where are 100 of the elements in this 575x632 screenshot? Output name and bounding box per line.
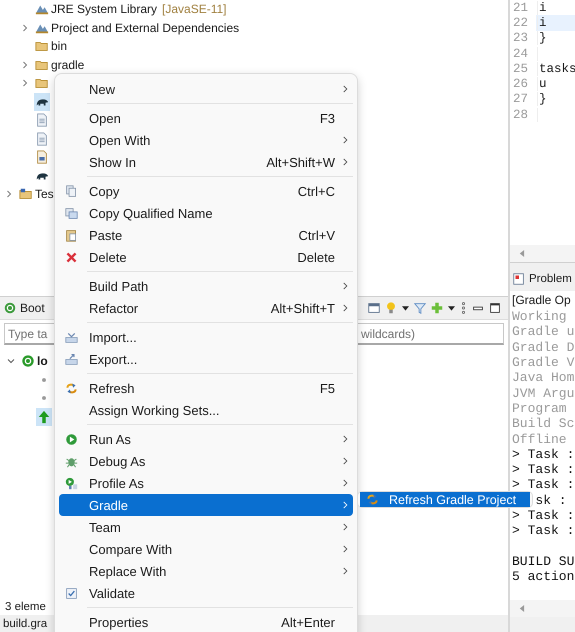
maximize-icon[interactable] xyxy=(488,301,502,315)
menu-item[interactable]: Open F3 xyxy=(59,107,353,129)
up-arrow-icon xyxy=(37,410,51,424)
line-number: 28 xyxy=(510,108,538,122)
expand-chevron-icon[interactable] xyxy=(20,22,30,33)
code-text: i xyxy=(538,0,547,15)
submenu-chevron-icon xyxy=(342,135,349,145)
checkbox-icon xyxy=(65,586,78,600)
menu-item[interactable]: Debug As xyxy=(59,450,353,472)
delete-icon xyxy=(65,250,78,264)
line-number: 23 xyxy=(510,31,538,46)
console-line: > Task : xyxy=(512,478,574,492)
menu-item[interactable]: New xyxy=(59,78,353,100)
expand-chevron-icon[interactable] xyxy=(20,78,30,88)
folder-icon xyxy=(35,39,49,54)
view-tab[interactable]: Boot xyxy=(3,297,45,319)
menu-item[interactable]: Build Path xyxy=(59,275,353,297)
menu-item[interactable]: Refresh F5 xyxy=(59,377,353,399)
line-number: 24 xyxy=(510,46,538,61)
menu-item[interactable]: Export... xyxy=(59,348,353,370)
submenu-chevron-icon xyxy=(342,157,349,167)
line-number: 27 xyxy=(510,92,538,106)
menu-item[interactable]: Refactor Alt+Shift+T xyxy=(59,297,353,319)
menu-item[interactable]: Validate xyxy=(59,582,353,604)
menu-item[interactable]: Gradle xyxy=(59,494,353,516)
file-icon xyxy=(35,132,49,146)
menu-item[interactable]: Paste Ctrl+V xyxy=(59,224,353,246)
submenu-chevron-icon xyxy=(342,434,349,444)
console-line: Offline xyxy=(512,432,567,446)
folder-icon xyxy=(35,76,49,90)
console-line: sk : xyxy=(535,494,567,507)
copy-icon xyxy=(65,206,78,220)
code-text: } xyxy=(538,92,547,106)
submenu-chevron-icon xyxy=(342,84,349,94)
tree-item[interactable]: gradle xyxy=(34,56,86,74)
project-folder-icon xyxy=(19,187,33,202)
scroll-left-icon[interactable] xyxy=(518,604,525,613)
power-icon xyxy=(3,301,17,315)
console-line: Gradle u xyxy=(512,325,574,338)
submenu-chevron-icon xyxy=(342,303,349,313)
console-line: JVM Argu xyxy=(512,386,574,400)
import-icon xyxy=(65,330,78,344)
line-number: 22 xyxy=(510,16,538,30)
console-line: > Task : xyxy=(512,524,574,538)
console-line: Working xyxy=(512,310,567,324)
file-icon xyxy=(35,113,49,128)
tree-item[interactable]: Tes xyxy=(18,185,55,204)
window-icon[interactable] xyxy=(367,301,381,315)
profile-icon xyxy=(65,476,78,490)
refresh-icon xyxy=(65,382,78,394)
submenu-chevron-icon xyxy=(342,500,349,510)
code-text: u xyxy=(538,77,547,92)
menu-item[interactable]: Refresh Gradle Project xyxy=(360,492,530,507)
console-line: Build Sc xyxy=(512,417,574,430)
element-count: 3 eleme xyxy=(4,601,47,615)
console-title: [Gradle Op xyxy=(511,292,572,309)
run-icon xyxy=(65,432,78,446)
console-line: Program xyxy=(512,402,567,415)
menu-item[interactable]: Replace With xyxy=(59,560,353,582)
menu-item[interactable]: Run As xyxy=(59,428,353,450)
submenu-chevron-icon xyxy=(342,522,349,532)
code-text: } xyxy=(538,31,547,46)
scroll-left-icon[interactable] xyxy=(518,249,525,258)
tree-item[interactable]: JRE System Library [JavaSE-11] xyxy=(34,0,228,18)
menu-item[interactable]: Copy Qualified Name xyxy=(59,202,353,224)
menu-item[interactable]: Show In Alt+Shift+W xyxy=(59,151,353,173)
menu-item[interactable]: Open With xyxy=(59,129,353,151)
console-line: 5 action xyxy=(512,570,574,584)
menu-item[interactable]: Copy Ctrl+C xyxy=(59,180,353,202)
tree-item[interactable]: lo xyxy=(20,352,49,370)
problems-icon xyxy=(512,272,526,286)
menu-item[interactable]: Profile As xyxy=(59,472,353,494)
copy-icon xyxy=(65,184,78,198)
code-text: i xyxy=(538,16,547,30)
menu-item[interactable]: Delete Delete xyxy=(59,246,353,268)
console-line: > Task : xyxy=(512,448,574,461)
tree-item[interactable] xyxy=(34,92,50,111)
console-line: BUILD SU xyxy=(512,554,574,568)
submenu-chevron-icon xyxy=(342,281,349,291)
menu-item[interactable]: Assign Working Sets... xyxy=(59,399,353,421)
menu-item[interactable]: Compare With xyxy=(59,538,353,560)
line-number: 26 xyxy=(510,77,538,92)
console-line: > Task : xyxy=(512,509,574,522)
expand-chevron-icon[interactable] xyxy=(4,189,14,200)
tree-item[interactable]: Project and External Dependencies xyxy=(34,18,240,37)
refresh-icon xyxy=(366,493,379,506)
menu-item[interactable]: Team xyxy=(59,516,353,538)
submenu-chevron-icon xyxy=(342,566,349,576)
console-line: Gradle D xyxy=(512,340,574,354)
more-icon[interactable] xyxy=(459,301,468,315)
console-line: Java Hom xyxy=(512,371,574,384)
line-number: 25 xyxy=(510,62,538,76)
export-icon xyxy=(65,352,78,366)
console-line: > Task : xyxy=(512,463,574,476)
power-icon xyxy=(21,354,35,368)
submenu-chevron-icon xyxy=(342,544,349,554)
expand-chevron-icon[interactable] xyxy=(20,60,30,70)
tree-item[interactable]: bin xyxy=(34,37,68,56)
menu-item[interactable]: Import... xyxy=(59,326,353,348)
console-line: Gradle V xyxy=(512,356,574,370)
